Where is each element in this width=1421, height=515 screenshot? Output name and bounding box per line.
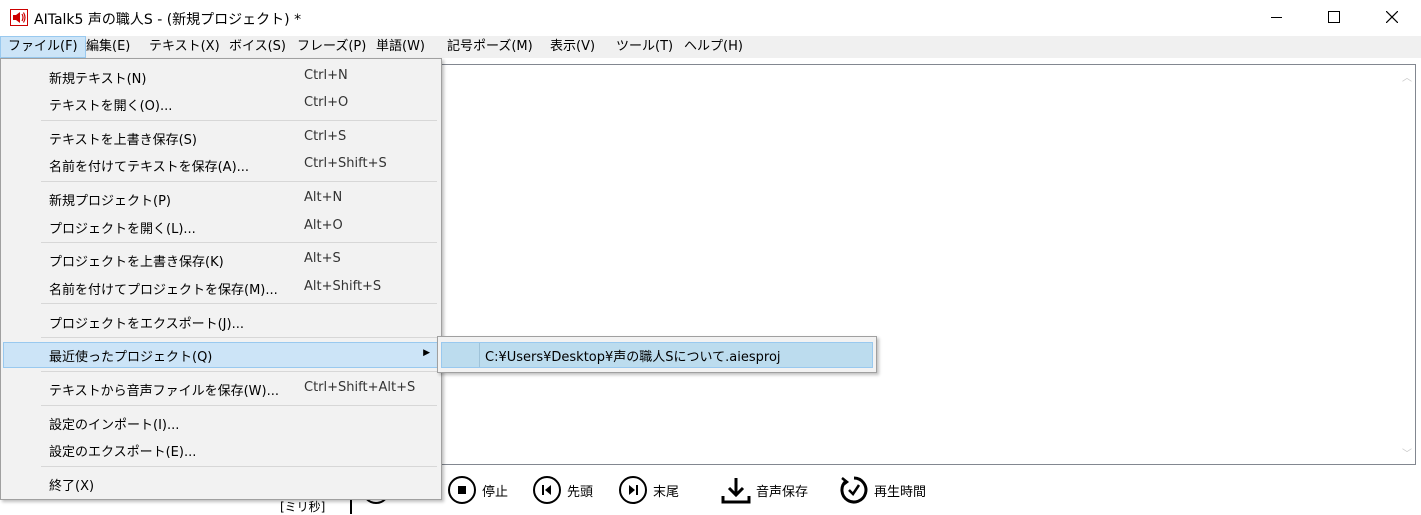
menu-item-label: プロジェクトを開く(L)... xyxy=(49,222,196,237)
menu-word[interactable]: 単語(W) xyxy=(369,36,432,58)
menu-bar: ファイル(F) 編集(E) テキスト(X) ボイス(S) フレーズ(P) 単語(… xyxy=(0,36,1421,58)
menu-separator xyxy=(41,242,437,243)
menu-item-shortcut: Alt+S xyxy=(304,251,341,266)
window-title: AITalk5 声の職人S - (新規プロジェクト) * xyxy=(34,12,302,28)
menu-item-open-project[interactable]: プロジェクトを開く(L)... Alt+O xyxy=(3,214,439,240)
menu-item-label: プロジェクトをエクスポート(J)... xyxy=(49,317,244,332)
menu-item-shortcut: Ctrl+Shift+S xyxy=(304,156,387,171)
menu-item-exit[interactable]: 終了(X) xyxy=(3,471,439,497)
menu-edit[interactable]: 編集(E) xyxy=(79,36,137,58)
menu-separator xyxy=(41,303,437,304)
menu-separator xyxy=(41,120,437,121)
menu-view[interactable]: 表示(V) xyxy=(543,36,602,58)
menu-item-label: 最近使ったプロジェクト(Q) xyxy=(49,350,213,365)
playback-toolbar: 再生 停止 先頭 末尾 音声保存 再生時間 xyxy=(350,470,1050,514)
first-label: 先頭 xyxy=(567,484,594,500)
menu-item-label: テキストから音声ファイルを保存(W)... xyxy=(49,384,280,399)
recent-projects-submenu: C:¥Users¥Desktop¥声の職人Sについて.aiesproj xyxy=(437,336,877,373)
menu-item-save-text[interactable]: テキストを上書き保存(S) Ctrl+S xyxy=(3,125,439,151)
menu-item-shortcut: Alt+N xyxy=(304,190,343,205)
save-audio-button[interactable]: 音声保存 xyxy=(720,476,808,504)
close-icon xyxy=(1386,11,1398,23)
menu-file[interactable]: ファイル(F) xyxy=(0,36,86,58)
menu-separator xyxy=(41,181,437,182)
stop-button[interactable]: 停止 xyxy=(448,476,508,504)
stop-icon xyxy=(448,476,476,504)
file-menu-dropdown: 新規テキスト(N) Ctrl+N テキストを開く(O)... Ctrl+O テキ… xyxy=(0,58,442,500)
menu-item-save-project[interactable]: プロジェクトを上書き保存(K) Alt+S xyxy=(3,247,439,273)
menu-phrase[interactable]: フレーズ(P) xyxy=(290,36,373,58)
submenu-arrow-icon: ▶ xyxy=(423,348,430,358)
maximize-button[interactable] xyxy=(1305,0,1363,34)
menu-item-label: 設定のエクスポート(E)... xyxy=(49,445,197,460)
stop-label: 停止 xyxy=(482,484,509,500)
submenu-gutter xyxy=(479,343,480,367)
scroll-down-arrow-icon[interactable]: ﹀ xyxy=(1402,445,1412,460)
menu-item-open-text[interactable]: テキストを開く(O)... Ctrl+O xyxy=(3,91,439,117)
timer-icon xyxy=(840,476,868,504)
menu-item-save-audio-from-text[interactable]: テキストから音声ファイルを保存(W)... Ctrl+Shift+Alt+S xyxy=(3,376,439,402)
menu-item-export-project[interactable]: プロジェクトをエクスポート(J)... xyxy=(3,309,439,335)
menu-separator xyxy=(41,405,437,406)
menu-item-save-text-as[interactable]: 名前を付けてテキストを保存(A)... Ctrl+Shift+S xyxy=(3,152,439,178)
unit-label: [ミリ秒] xyxy=(280,500,326,514)
menu-separator xyxy=(41,466,437,467)
menu-item-shortcut: Ctrl+S xyxy=(304,129,347,144)
text-editor[interactable]: ︿ ﹀ xyxy=(430,64,1416,465)
menu-item-shortcut: Alt+O xyxy=(304,218,343,233)
minimize-button[interactable] xyxy=(1247,0,1305,34)
menu-item-shortcut: Ctrl+N xyxy=(304,68,348,83)
menu-item-shortcut: Ctrl+Shift+Alt+S xyxy=(304,380,416,395)
menu-voice[interactable]: ボイス(S) xyxy=(222,36,293,58)
menu-item-label: 設定のインポート(I)... xyxy=(49,418,180,433)
menu-item-label: 名前を付けてプロジェクトを保存(M)... xyxy=(49,283,278,298)
menu-separator xyxy=(41,371,437,372)
menu-item-shortcut: Ctrl+O xyxy=(304,95,349,110)
menu-item-new-text[interactable]: 新規テキスト(N) Ctrl+N xyxy=(3,64,439,90)
recent-project-item[interactable]: C:¥Users¥Desktop¥声の職人Sについて.aiesproj xyxy=(441,342,873,368)
app-speaker-icon[interactable] xyxy=(10,9,28,26)
first-button[interactable]: 先頭 xyxy=(533,476,593,504)
save-audio-label: 音声保存 xyxy=(756,484,809,500)
vertical-scrollbar[interactable]: ︿ ﹀ xyxy=(1398,65,1415,464)
menu-symbol-pause[interactable]: 記号ポーズ(M) xyxy=(440,36,540,58)
menu-item-label: 名前を付けてテキストを保存(A)... xyxy=(49,160,250,175)
title-bar: AITalk5 声の職人S - (新規プロジェクト) * xyxy=(0,0,1421,36)
menu-item-label: 新規プロジェクト(P) xyxy=(49,194,171,209)
download-icon xyxy=(721,478,751,504)
menu-item-recent-projects[interactable]: 最近使ったプロジェクト(Q) ▶ xyxy=(3,342,439,368)
maximize-icon xyxy=(1328,11,1340,23)
menu-tools[interactable]: ツール(T) xyxy=(609,36,680,58)
playtime-button[interactable]: 再生時間 xyxy=(838,476,926,504)
skip-to-start-icon xyxy=(533,476,561,504)
close-button[interactable] xyxy=(1363,0,1421,34)
menu-item-new-project[interactable]: 新規プロジェクト(P) Alt+N xyxy=(3,186,439,212)
menu-item-save-project-as[interactable]: 名前を付けてプロジェクトを保存(M)... Alt+Shift+S xyxy=(3,275,439,301)
skip-to-end-icon xyxy=(619,476,647,504)
recent-project-path: C:¥Users¥Desktop¥声の職人Sについて.aiesproj xyxy=(485,350,781,365)
scroll-up-arrow-icon[interactable]: ︿ xyxy=(1402,69,1412,84)
menu-item-label: プロジェクトを上書き保存(K) xyxy=(49,255,224,270)
menu-item-export-settings[interactable]: 設定のエクスポート(E)... xyxy=(3,437,439,463)
last-label: 末尾 xyxy=(653,484,680,500)
menu-item-label: 新規テキスト(N) xyxy=(49,72,147,87)
menu-item-import-settings[interactable]: 設定のインポート(I)... xyxy=(3,410,439,436)
menu-separator xyxy=(41,337,437,338)
menu-item-label: テキストを上書き保存(S) xyxy=(49,133,198,148)
minimize-icon xyxy=(1270,16,1282,18)
menu-text[interactable]: テキスト(X) xyxy=(142,36,227,58)
playtime-label: 再生時間 xyxy=(874,484,927,500)
menu-item-label: テキストを開く(O)... xyxy=(49,99,173,114)
menu-item-shortcut: Alt+Shift+S xyxy=(304,279,382,294)
menu-help[interactable]: ヘルプ(H) xyxy=(677,36,750,58)
menu-item-label: 終了(X) xyxy=(49,479,95,494)
last-button[interactable]: 末尾 xyxy=(619,476,679,504)
